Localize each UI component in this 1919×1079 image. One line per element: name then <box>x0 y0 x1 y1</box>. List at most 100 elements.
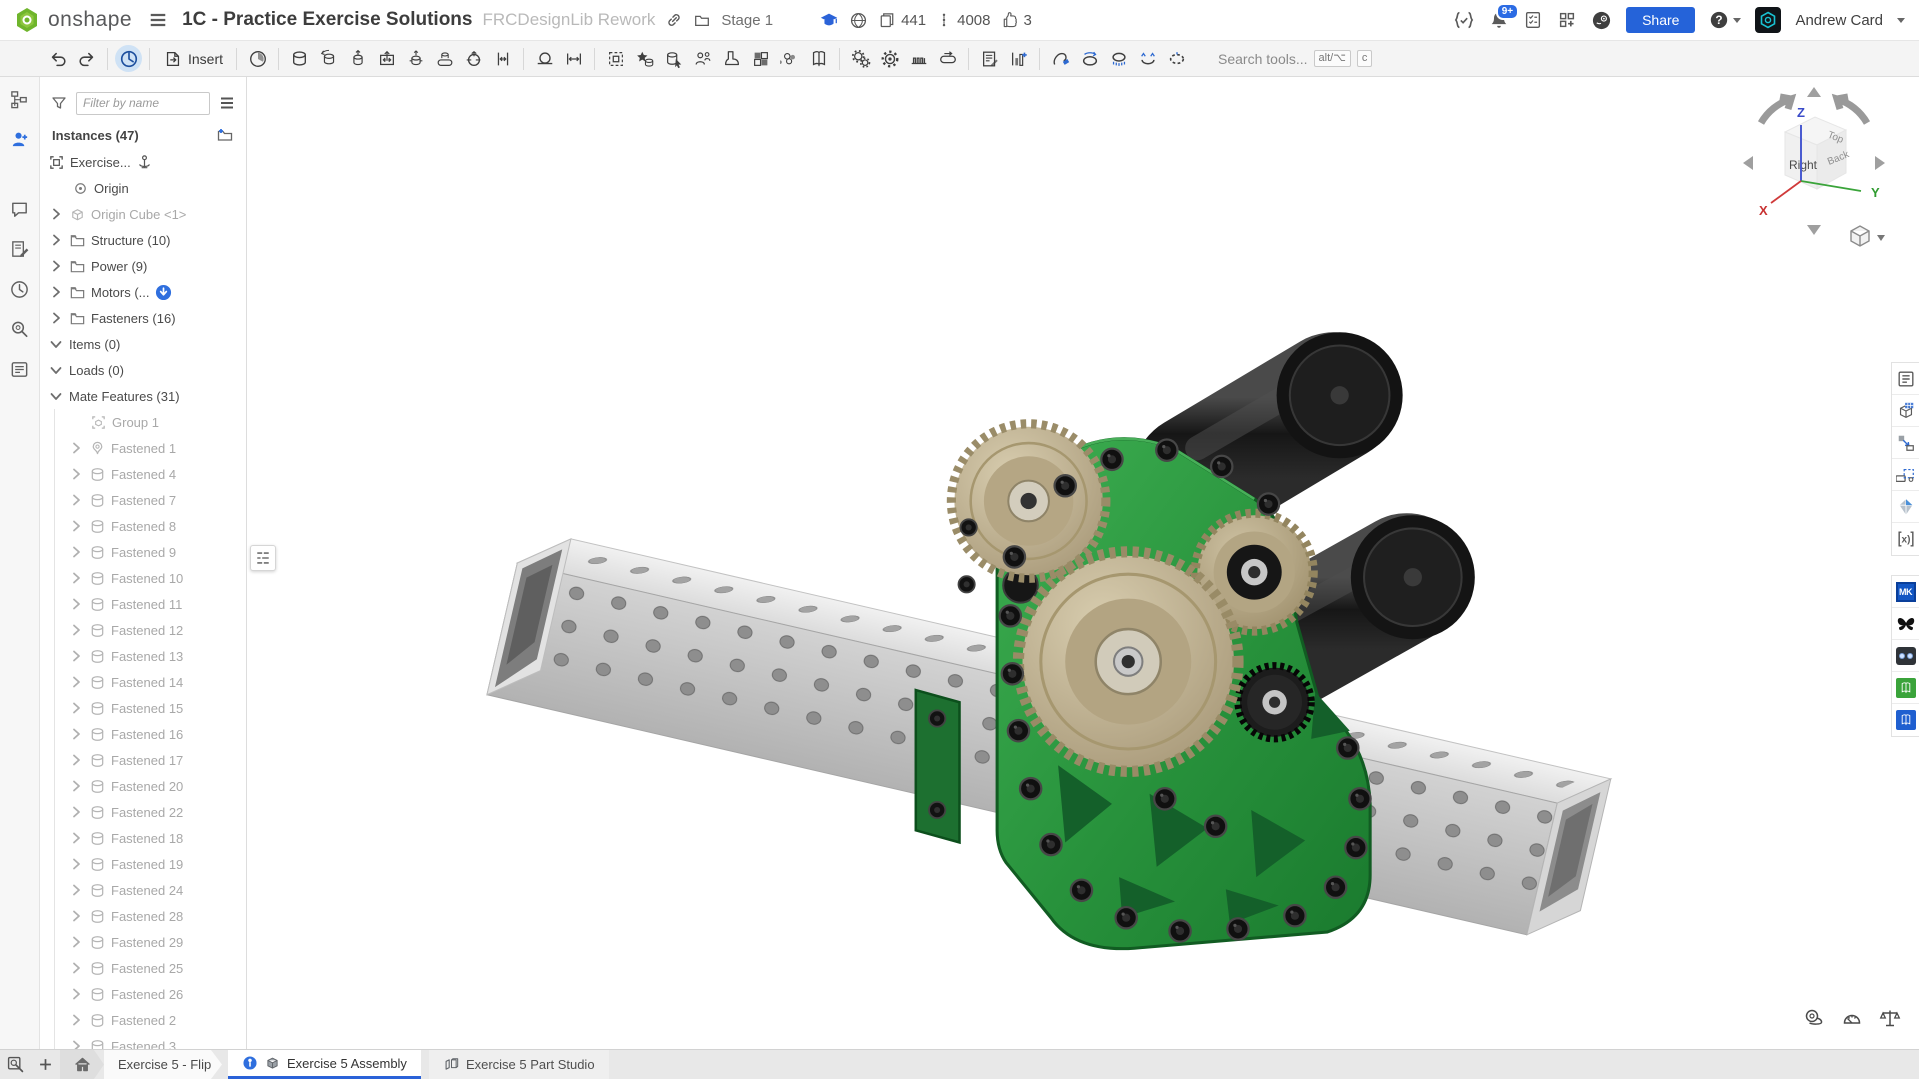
versions-history-icon[interactable] <box>8 277 32 301</box>
chevron-right-icon[interactable] <box>68 882 84 898</box>
chevron-right-icon[interactable] <box>68 830 84 846</box>
release-notes-icon[interactable] <box>8 237 32 261</box>
bom-panel-icon[interactable] <box>1892 395 1919 427</box>
feature-script-icon[interactable] <box>1453 10 1475 30</box>
search-tools[interactable]: Search tools... alt/⌥ c <box>1218 50 1372 67</box>
sync-download-icon[interactable] <box>155 284 172 301</box>
gem-app-icon[interactable] <box>1892 491 1919 523</box>
slider-mate-icon[interactable] <box>344 45 371 72</box>
sketch-path-icon[interactable] <box>1047 45 1074 72</box>
belt-relation-icon[interactable] <box>934 45 961 72</box>
revolute-mate-icon[interactable] <box>315 45 342 72</box>
chevron-right-icon[interactable] <box>68 908 84 924</box>
mate-connector-icon[interactable] <box>631 45 658 72</box>
tree-item-origin[interactable]: Origin <box>40 175 246 201</box>
mkcad-app-icon[interactable]: MK <box>1892 576 1919 608</box>
tree-item-mate[interactable]: Fastened 28 <box>40 903 246 929</box>
chevron-right-icon[interactable] <box>68 466 84 482</box>
appearance-tool-icon[interactable] <box>776 45 803 72</box>
tree-item-mate[interactable]: Fastened 22 <box>40 799 246 825</box>
chevron-right-icon[interactable] <box>68 726 84 742</box>
tree-section-loads[interactable]: Loads (0) <box>40 357 246 383</box>
display-states-icon[interactable] <box>1163 45 1190 72</box>
chevron-right-icon[interactable] <box>68 1038 84 1049</box>
chevron-down-icon[interactable] <box>48 362 64 378</box>
pan-left-arrow[interactable] <box>1743 156 1753 170</box>
tree-item-mate[interactable]: Fastened 13 <box>40 643 246 669</box>
tree-item-mate[interactable]: Fastened 29 <box>40 929 246 955</box>
mechanism-gears-icon[interactable] <box>847 45 874 72</box>
follow-user-icon[interactable] <box>8 127 32 151</box>
interference-check-icon[interactable] <box>1005 45 1032 72</box>
tree-item-origin-cube[interactable]: Origin Cube <1> <box>40 201 246 227</box>
chevron-down-icon[interactable] <box>1897 18 1905 23</box>
chevron-right-icon[interactable] <box>48 284 64 300</box>
tree-item-mate[interactable]: Fastened 11 <box>40 591 246 617</box>
chevron-right-icon[interactable] <box>68 596 84 612</box>
pan-down-arrow[interactable] <box>1807 225 1821 235</box>
tab-exercise-5-flip[interactable]: Exercise 5 - Flip <box>104 1050 222 1079</box>
folder-icon[interactable] <box>693 11 711 29</box>
folder-pages-icon[interactable] <box>805 45 832 72</box>
tree-section-mate-features[interactable]: Mate Features (31) <box>40 383 246 409</box>
gear-large[interactable] <box>1018 552 1238 772</box>
filter-input[interactable] <box>76 92 210 115</box>
add-folder-icon[interactable] <box>216 126 234 144</box>
tree-item-mate[interactable]: Fastened 20 <box>40 773 246 799</box>
distance-limit-icon[interactable] <box>560 45 587 72</box>
chevron-right-icon[interactable] <box>68 492 84 508</box>
chevron-right-icon[interactable] <box>68 700 84 716</box>
tangent-mate-icon[interactable] <box>531 45 558 72</box>
tree-item-mate[interactable]: Fastened 10 <box>40 565 246 591</box>
search-panel-icon[interactable] <box>8 317 32 341</box>
cylindrical-mate-icon[interactable] <box>402 45 429 72</box>
configurations-panel-icon[interactable] <box>1892 427 1919 459</box>
insert-button[interactable]: Insert <box>157 45 229 72</box>
tree-item-mate[interactable]: Fastened 14 <box>40 669 246 695</box>
folder-location[interactable]: Stage 1 <box>721 12 773 29</box>
chevron-right-icon[interactable] <box>68 986 84 1002</box>
tree-item-mate[interactable]: Fastened 15 <box>40 695 246 721</box>
chevron-right-icon[interactable] <box>68 518 84 534</box>
manikin-icon[interactable] <box>689 45 716 72</box>
3d-viewport[interactable]: Top Right Back Z Y X <box>247 77 1919 1049</box>
tree-item-mate[interactable]: Fastened 4 <box>40 461 246 487</box>
redo-button[interactable] <box>73 45 100 72</box>
avatar[interactable] <box>1755 7 1781 33</box>
search-tabs-icon[interactable] <box>0 1050 30 1079</box>
comments-icon[interactable] <box>8 197 32 221</box>
tree-item-mate[interactable]: Fastened 16 <box>40 721 246 747</box>
chevron-right-icon[interactable] <box>68 440 84 456</box>
frame-tool-icon[interactable] <box>718 45 745 72</box>
named-views-icon[interactable] <box>1134 45 1161 72</box>
report-panel-icon[interactable] <box>8 357 32 381</box>
chevron-down-icon[interactable] <box>48 388 64 404</box>
pan-right-arrow[interactable] <box>1875 156 1885 170</box>
protractor-icon[interactable] <box>1841 1007 1863 1029</box>
pattern-tool-icon[interactable] <box>747 45 774 72</box>
link-icon[interactable] <box>665 11 683 29</box>
tree-folder-motors[interactable]: Motors (... <box>40 279 246 305</box>
help-menu[interactable] <box>1709 10 1741 30</box>
chevron-right-icon[interactable] <box>68 648 84 664</box>
chevron-down-icon[interactable] <box>48 336 64 352</box>
tree-item-mate[interactable]: Fastened 2 <box>40 1007 246 1033</box>
tree-item-mate[interactable]: Fastened 9 <box>40 539 246 565</box>
chevron-right-icon[interactable] <box>68 934 84 950</box>
chevron-right-icon[interactable] <box>68 622 84 638</box>
robot-app-icon[interactable] <box>1892 640 1919 672</box>
tree-item-mate[interactable]: Fastened 7 <box>40 487 246 513</box>
pan-up-arrow[interactable] <box>1807 87 1821 97</box>
green-book-app-icon[interactable] <box>1892 672 1919 704</box>
tree-item-mate[interactable]: Fastened 24 <box>40 877 246 903</box>
user-name[interactable]: Andrew Card <box>1795 12 1883 29</box>
mass-properties-icon[interactable] <box>1879 1007 1901 1029</box>
view-cube[interactable]: Top Right Back Z Y X <box>1739 85 1889 253</box>
shortcut-menu-icon[interactable] <box>115 45 142 72</box>
rotate-cw-arrow[interactable] <box>1837 97 1867 123</box>
tree-folder-power[interactable]: Power (9) <box>40 253 246 279</box>
notifications-bell-icon[interactable]: 9+ <box>1489 10 1509 30</box>
chevron-right-icon[interactable] <box>68 1012 84 1028</box>
chevron-right-icon[interactable] <box>48 206 64 222</box>
tree-item-mate[interactable]: Fastened 3 <box>40 1033 246 1049</box>
